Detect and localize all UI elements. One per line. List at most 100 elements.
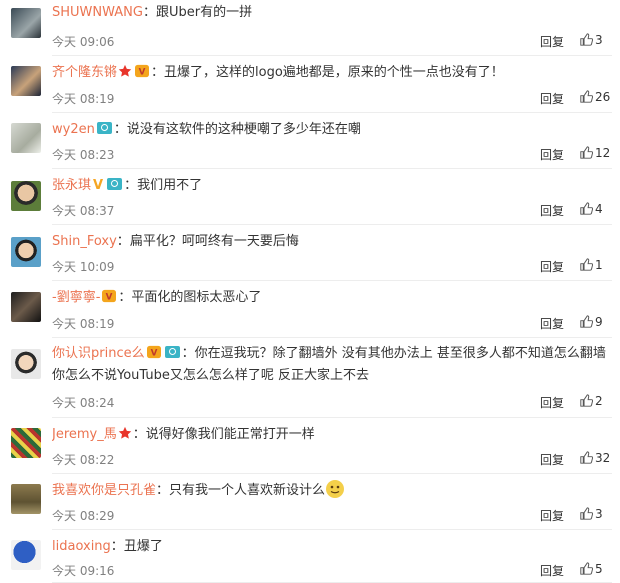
comment-text: 说得好像我们能正常打开一样: [145, 427, 315, 442]
like-count: 32: [595, 451, 611, 465]
thumbs-up-icon: [580, 90, 593, 103]
like-count: 3: [595, 507, 603, 521]
username-link[interactable]: SHUWNWANG: [52, 5, 143, 20]
like-button[interactable]: 32: [580, 451, 610, 465]
reply-button[interactable]: 回复: [540, 146, 564, 163]
like-button[interactable]: 1: [580, 258, 603, 272]
thumbs-up-icon: [580, 146, 593, 159]
star-icon: [118, 426, 131, 439]
user-avatar[interactable]: [11, 66, 41, 96]
user-avatar[interactable]: [11, 8, 41, 38]
user-avatar[interactable]: [11, 349, 41, 379]
camera-badge-icon: [164, 346, 180, 358]
comment-text: 丑爆了: [123, 539, 163, 554]
thumbs-up-icon: [580, 258, 593, 271]
comment-text: 我们用不了: [137, 178, 203, 193]
like-button[interactable]: 9: [580, 315, 603, 329]
comment-item: lidaoxing：丑爆了 今天 09:16 回复 5: [0, 530, 620, 583]
user-avatar[interactable]: [11, 484, 41, 514]
reply-button[interactable]: 回复: [540, 394, 564, 411]
thumbs-up-icon: [580, 202, 593, 215]
vip-badge-icon: V: [135, 64, 150, 78]
username-link[interactable]: wy2en: [52, 122, 95, 137]
smirk-face-emoji: [326, 480, 345, 498]
comment-text: 平面化的图标太恶心了: [131, 290, 262, 305]
username-link[interactable]: 我喜欢你是只孔雀: [52, 483, 156, 498]
comment-text: 说没有这软件的这种梗嘲了多少年还在嘲: [126, 122, 361, 137]
thumbs-up-icon: [580, 394, 593, 407]
thumbs-up-icon: [580, 33, 593, 46]
username-link[interactable]: -劉寧寧-: [52, 290, 100, 305]
reply-button[interactable]: 回复: [540, 90, 564, 107]
like-count: 4: [595, 202, 603, 216]
user-avatar[interactable]: [11, 123, 41, 153]
like-button[interactable]: 26: [580, 90, 610, 104]
reply-button[interactable]: 回复: [540, 562, 564, 579]
svg-text:V: V: [139, 68, 146, 78]
like-button[interactable]: 5: [580, 562, 603, 576]
comment-item: wy2en ：说没有这软件的这种梗嘲了多少年还在嘲 今天 08:23 回复 12: [0, 113, 620, 169]
comment-time: 今天 08:19: [52, 92, 115, 106]
comment-time: 今天 08:37: [52, 204, 115, 218]
user-avatar[interactable]: [11, 428, 41, 458]
star-icon: [118, 64, 132, 77]
username-link[interactable]: 张永琪: [52, 178, 91, 193]
like-button[interactable]: 3: [580, 33, 603, 47]
like-count: 26: [595, 90, 611, 104]
comment-text: 扁平化？呵呵终有一天要后悔: [129, 234, 299, 249]
username-link[interactable]: Jeremy_馬: [52, 427, 117, 442]
user-avatar[interactable]: [11, 540, 41, 570]
reply-button[interactable]: 回复: [540, 451, 564, 468]
comment-line: lidaoxing：丑爆了: [52, 539, 163, 554]
like-button[interactable]: 12: [580, 146, 610, 160]
comment-text: 跟Uber有的一拼: [155, 5, 253, 20]
reply-button[interactable]: 回复: [540, 33, 564, 50]
username-link[interactable]: lidaoxing: [52, 539, 111, 554]
user-avatar[interactable]: [11, 237, 41, 267]
user-avatar[interactable]: [11, 181, 41, 211]
like-button[interactable]: 2: [580, 394, 603, 408]
camera-badge-icon: [96, 122, 112, 134]
username-link[interactable]: 齐个隆东锵: [52, 65, 117, 80]
svg-text:V: V: [150, 349, 157, 359]
thumbs-up-icon: [580, 315, 593, 328]
comment-line: SHUWNWANG：跟Uber有的一拼: [52, 5, 253, 20]
comment-item: 齐个隆东锵 V ：丑爆了，这样的logo遍地都是，原来的个性一点也没有了！ 今天 0…: [0, 56, 620, 113]
comment-line: 我喜欢你是只孔雀：只有我一个人喜欢新设计么: [52, 480, 612, 502]
comment-time: 今天 08:19: [52, 317, 115, 331]
reply-button[interactable]: 回复: [540, 507, 564, 524]
comment-text: 丑爆了，这样的logo遍地都是，原来的个性一点也没有了！: [164, 65, 504, 80]
like-count: 5: [595, 562, 603, 576]
comment-time: 今天 08:23: [52, 148, 115, 162]
comment-item: Jeremy_馬 ：说得好像我们能正常打开一样 今天 08:22 回复 32: [0, 418, 620, 474]
comment-item: 你认识prince么 V ：你在逗我玩？除了翻墙外 没有其他办法上 甚至很多人都不知…: [0, 338, 620, 418]
like-count: 1: [595, 258, 603, 272]
comment-item: SHUWNWANG：跟Uber有的一拼 今天 09:06 回复 3: [0, 0, 620, 56]
comment-line: Jeremy_馬 ：说得好像我们能正常打开一样: [52, 426, 315, 442]
comment-time: 今天 09:16: [52, 564, 115, 578]
comment-text: 只有我一个人喜欢新设计么: [169, 483, 326, 498]
thumbs-up-icon: [580, 451, 593, 464]
like-count: 2: [595, 394, 603, 408]
comment-item: Shin_Foxy：扁平化？呵呵终有一天要后悔 今天 10:09 回复 1: [0, 225, 620, 281]
comment-time: 今天 09:06: [52, 35, 115, 49]
svg-text:V: V: [106, 293, 113, 303]
comment-time: 今天 08:22: [52, 453, 115, 467]
user-avatar[interactable]: [11, 292, 41, 322]
comment-line: 齐个隆东锵 V ：丑爆了，这样的logo遍地都是，原来的个性一点也没有了！: [52, 64, 504, 80]
comment-item: 张永琪 V ：我们用不了 今天 08:37 回复 4: [0, 169, 620, 225]
like-count: 3: [595, 33, 603, 47]
like-count: 9: [595, 315, 603, 329]
reply-button[interactable]: 回复: [540, 202, 564, 219]
vip-badge-icon: V: [146, 345, 161, 359]
comment-line: Shin_Foxy：扁平化？呵呵终有一天要后悔: [52, 234, 299, 249]
username-link[interactable]: 你认识prince么: [52, 346, 145, 361]
username-link[interactable]: Shin_Foxy: [52, 234, 117, 249]
comment-item: -劉寧寧- V ：平面化的图标太恶心了 今天 08:19 回复 9: [0, 281, 620, 338]
comment-line: 你认识prince么 V ：你在逗我玩？除了翻墙外 没有其他办法上 甚至很多人都不知…: [52, 345, 606, 383]
like-button[interactable]: 3: [580, 507, 603, 521]
reply-button[interactable]: 回复: [540, 258, 564, 275]
like-button[interactable]: 4: [580, 202, 603, 216]
reply-button[interactable]: 回复: [540, 315, 564, 332]
thumbs-up-icon: [580, 562, 593, 575]
